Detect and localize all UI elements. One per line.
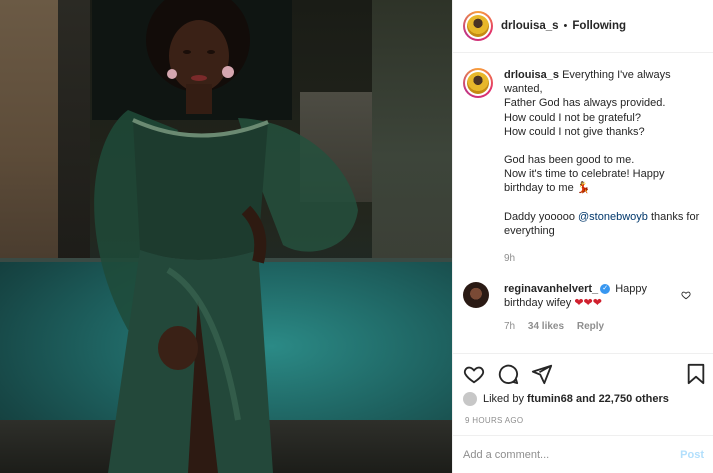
likes-summary: Liked by ftumin68 and 22,750 others: [463, 392, 669, 406]
commenter-avatar[interactable]: [463, 282, 489, 308]
background-wall-right: [372, 0, 452, 260]
action-icons: [463, 363, 553, 385]
author-username[interactable]: drlouisa_s: [501, 20, 559, 32]
comment-meta: 7h 34 likes Reply: [504, 320, 674, 334]
caption-text: drlouisa_s Everything I've always wanted…: [504, 68, 708, 266]
background-wall: [0, 0, 58, 278]
post-side-panel: drlouisa_s • Following drlouisa_s Everyt…: [452, 0, 713, 473]
verified-badge-icon: ✓: [600, 284, 611, 295]
avatar-ring: [465, 13, 491, 39]
add-comment-input[interactable]: [463, 449, 663, 461]
avatar-ring: [465, 70, 491, 96]
liked-by-user[interactable]: ftumin68: [527, 393, 573, 405]
commenter-username[interactable]: reginavanhelvert_: [504, 283, 598, 295]
author-avatar[interactable]: [463, 11, 493, 41]
likes-others[interactable]: and 22,750 others: [576, 393, 669, 405]
post-actions: Liked by ftumin68 and 22,750 others 9 HO…: [453, 353, 713, 473]
comment-age[interactable]: 7h: [504, 321, 515, 332]
caption-blank: [504, 196, 708, 210]
caption-line: birthday to me 💃: [504, 182, 591, 195]
comment-item: reginavanhelvert_ ✓ Happy birthday wifey …: [463, 282, 708, 334]
reply-button[interactable]: Reply: [577, 321, 604, 332]
post-photo[interactable]: [0, 0, 452, 473]
heart-icon[interactable]: [463, 363, 485, 385]
post-header: drlouisa_s • Following: [453, 0, 713, 53]
mention-link[interactable]: @stonebwoyb: [578, 211, 648, 223]
add-comment-bar: Post: [453, 435, 713, 473]
separator-dot: •: [563, 20, 568, 32]
comment-like-heart-icon[interactable]: [681, 290, 691, 300]
comment-body: reginavanhelvert_ ✓ Happy birthday wifey …: [504, 282, 674, 334]
caption-line: Now it's time to celebrate! Happy: [504, 168, 665, 181]
comment-likes[interactable]: 34 likes: [528, 321, 564, 332]
liked-by-prefix: Liked by: [483, 393, 524, 405]
instagram-post: drlouisa_s • Following drlouisa_s Everyt…: [0, 0, 713, 473]
heart-emoji: ❤❤❤: [574, 297, 602, 309]
caption-avatar[interactable]: [463, 68, 493, 98]
avatar-image: [467, 15, 489, 37]
bookmark-icon[interactable]: [686, 363, 706, 385]
caption-blank: [504, 139, 708, 153]
caption-line: God has been good to me.: [504, 154, 635, 167]
comment-icon[interactable]: [497, 363, 519, 385]
caption-line: Daddy yooooo: [504, 210, 575, 223]
liker-avatar[interactable]: [463, 392, 477, 406]
share-icon[interactable]: [531, 363, 553, 385]
caption-username[interactable]: drlouisa_s: [504, 69, 559, 81]
caption-line: Father God has always provided.: [504, 97, 666, 110]
caption: drlouisa_s Everything I've always wanted…: [463, 68, 708, 266]
post-comment-button[interactable]: Post: [680, 449, 704, 461]
avatar-image: [467, 72, 489, 94]
caption-line: How could I not be grateful?: [504, 111, 641, 124]
woman-figure: [94, 0, 358, 473]
caption-age[interactable]: 9h: [504, 252, 708, 266]
caption-line: How could I not give thanks?: [504, 125, 645, 138]
post-timestamp[interactable]: 9 HOURS AGO: [465, 416, 523, 425]
following-button[interactable]: Following: [572, 20, 626, 32]
